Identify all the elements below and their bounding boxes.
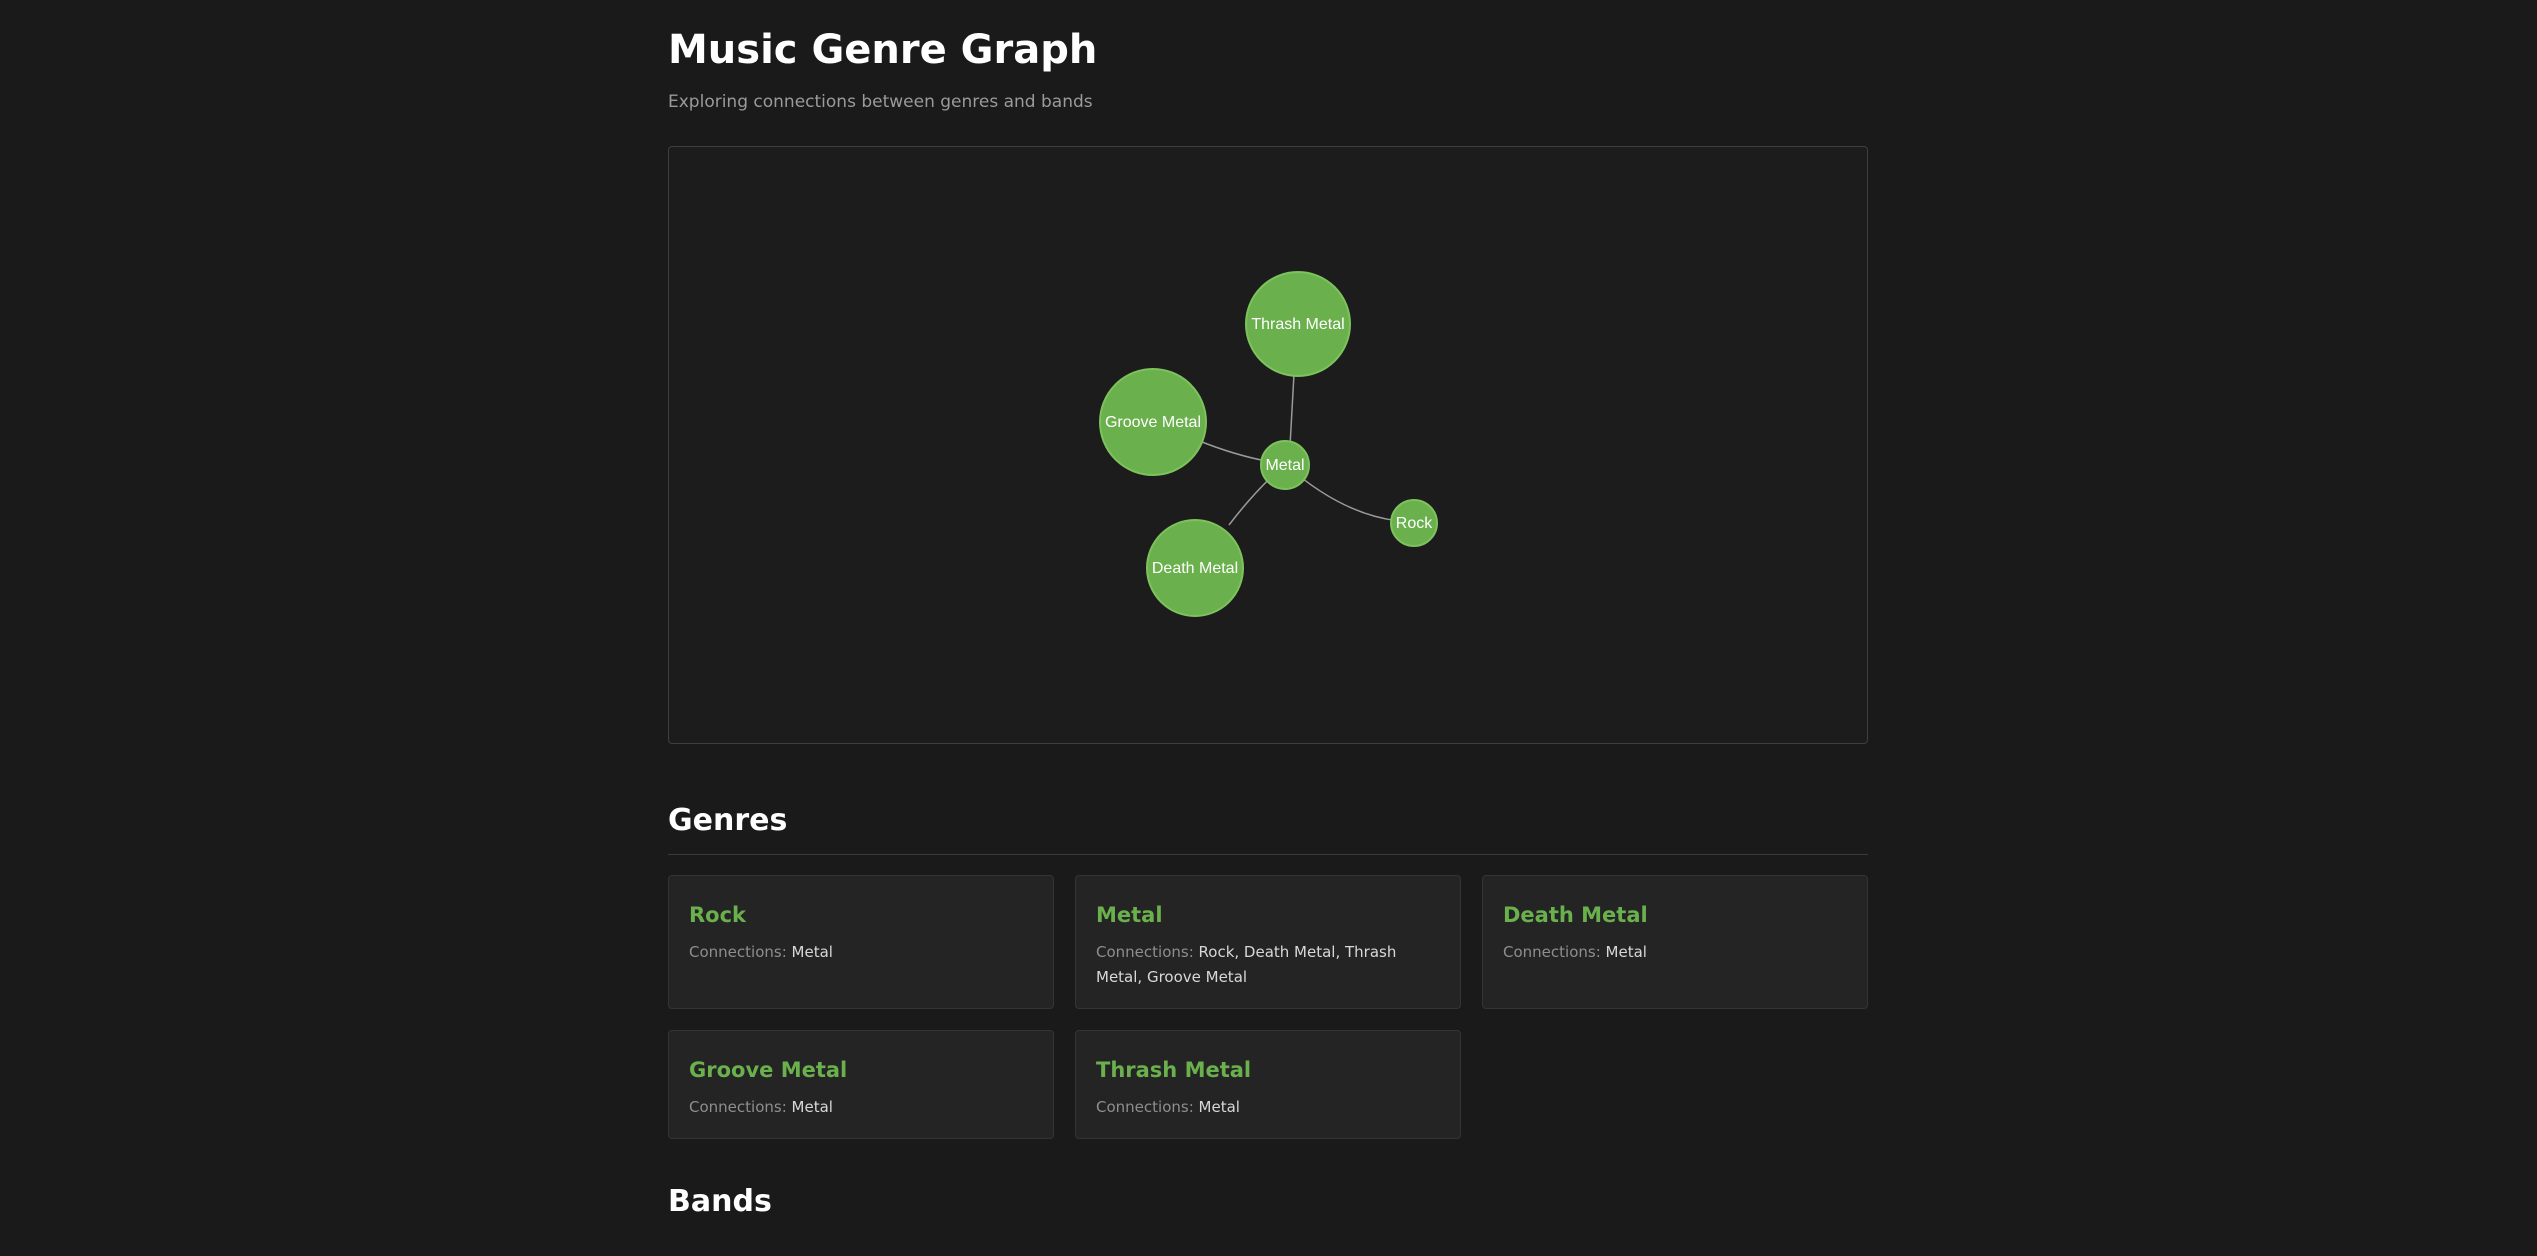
genre-connections: Connections: Metal (689, 940, 1033, 965)
graph-edges (1196, 373, 1415, 526)
connections-label: Connections: (689, 943, 787, 961)
genre-name[interactable]: Rock (689, 902, 1033, 928)
genre-card-groove-metal[interactable]: Groove Metal Connections: Metal (668, 1030, 1054, 1139)
genre-name[interactable]: Metal (1096, 902, 1440, 928)
genre-connections: Connections: Rock, Death Metal, Thrash M… (1096, 940, 1440, 990)
genre-card-metal[interactable]: Metal Connections: Rock, Death Metal, Th… (1075, 875, 1461, 1009)
page-subtitle: Exploring connections between genres and… (668, 92, 1093, 112)
genre-card-death-metal[interactable]: Death Metal Connections: Metal (1482, 875, 1868, 1009)
bands-section-title: Bands (668, 1184, 772, 1219)
connections-value: Metal (791, 943, 833, 961)
node-label-groove: Groove Metal (1105, 414, 1201, 431)
genre-graph[interactable]: Thrash Metal Groove Metal Death Metal Ro… (668, 146, 1868, 744)
connections-value: Metal (791, 1098, 833, 1116)
connections-label: Connections: (1096, 943, 1194, 961)
connections-label: Connections: (1096, 1098, 1194, 1116)
graph-node-rock[interactable]: Rock (1390, 499, 1438, 547)
page-title: Music Genre Graph (668, 27, 1098, 73)
graph-node-death[interactable]: Death Metal (1146, 519, 1244, 617)
genre-name[interactable]: Groove Metal (689, 1057, 1033, 1083)
genre-card-thrash-metal[interactable]: Thrash Metal Connections: Metal (1075, 1030, 1461, 1139)
genre-connections: Connections: Metal (689, 1095, 1033, 1120)
genres-section-title: Genres (668, 802, 1868, 855)
connections-value: Metal (1198, 1098, 1240, 1116)
genre-connections: Connections: Metal (1503, 940, 1847, 965)
graph-node-groove[interactable]: Groove Metal (1099, 368, 1207, 476)
page: Music Genre Graph Exploring connections … (668, 0, 1868, 1221)
node-label-thrash: Thrash Metal (1251, 316, 1344, 333)
node-label-metal: Metal (1265, 457, 1304, 474)
genre-name[interactable]: Death Metal (1503, 902, 1847, 928)
graph-svg[interactable]: Thrash Metal Groove Metal Death Metal Ro… (669, 147, 1867, 743)
connections-label: Connections: (689, 1098, 787, 1116)
connections-label: Connections: (1503, 943, 1601, 961)
node-label-rock: Rock (1396, 515, 1433, 532)
node-label-death: Death Metal (1152, 560, 1238, 577)
genre-list: Rock Connections: Metal Metal Connection… (668, 875, 1868, 1139)
genre-card-rock[interactable]: Rock Connections: Metal (668, 875, 1054, 1009)
graph-node-metal[interactable]: Metal (1260, 440, 1310, 490)
genre-connections: Connections: Metal (1096, 1095, 1440, 1120)
connections-value: Metal (1605, 943, 1647, 961)
graph-node-thrash[interactable]: Thrash Metal (1245, 271, 1351, 377)
genre-name[interactable]: Thrash Metal (1096, 1057, 1440, 1083)
